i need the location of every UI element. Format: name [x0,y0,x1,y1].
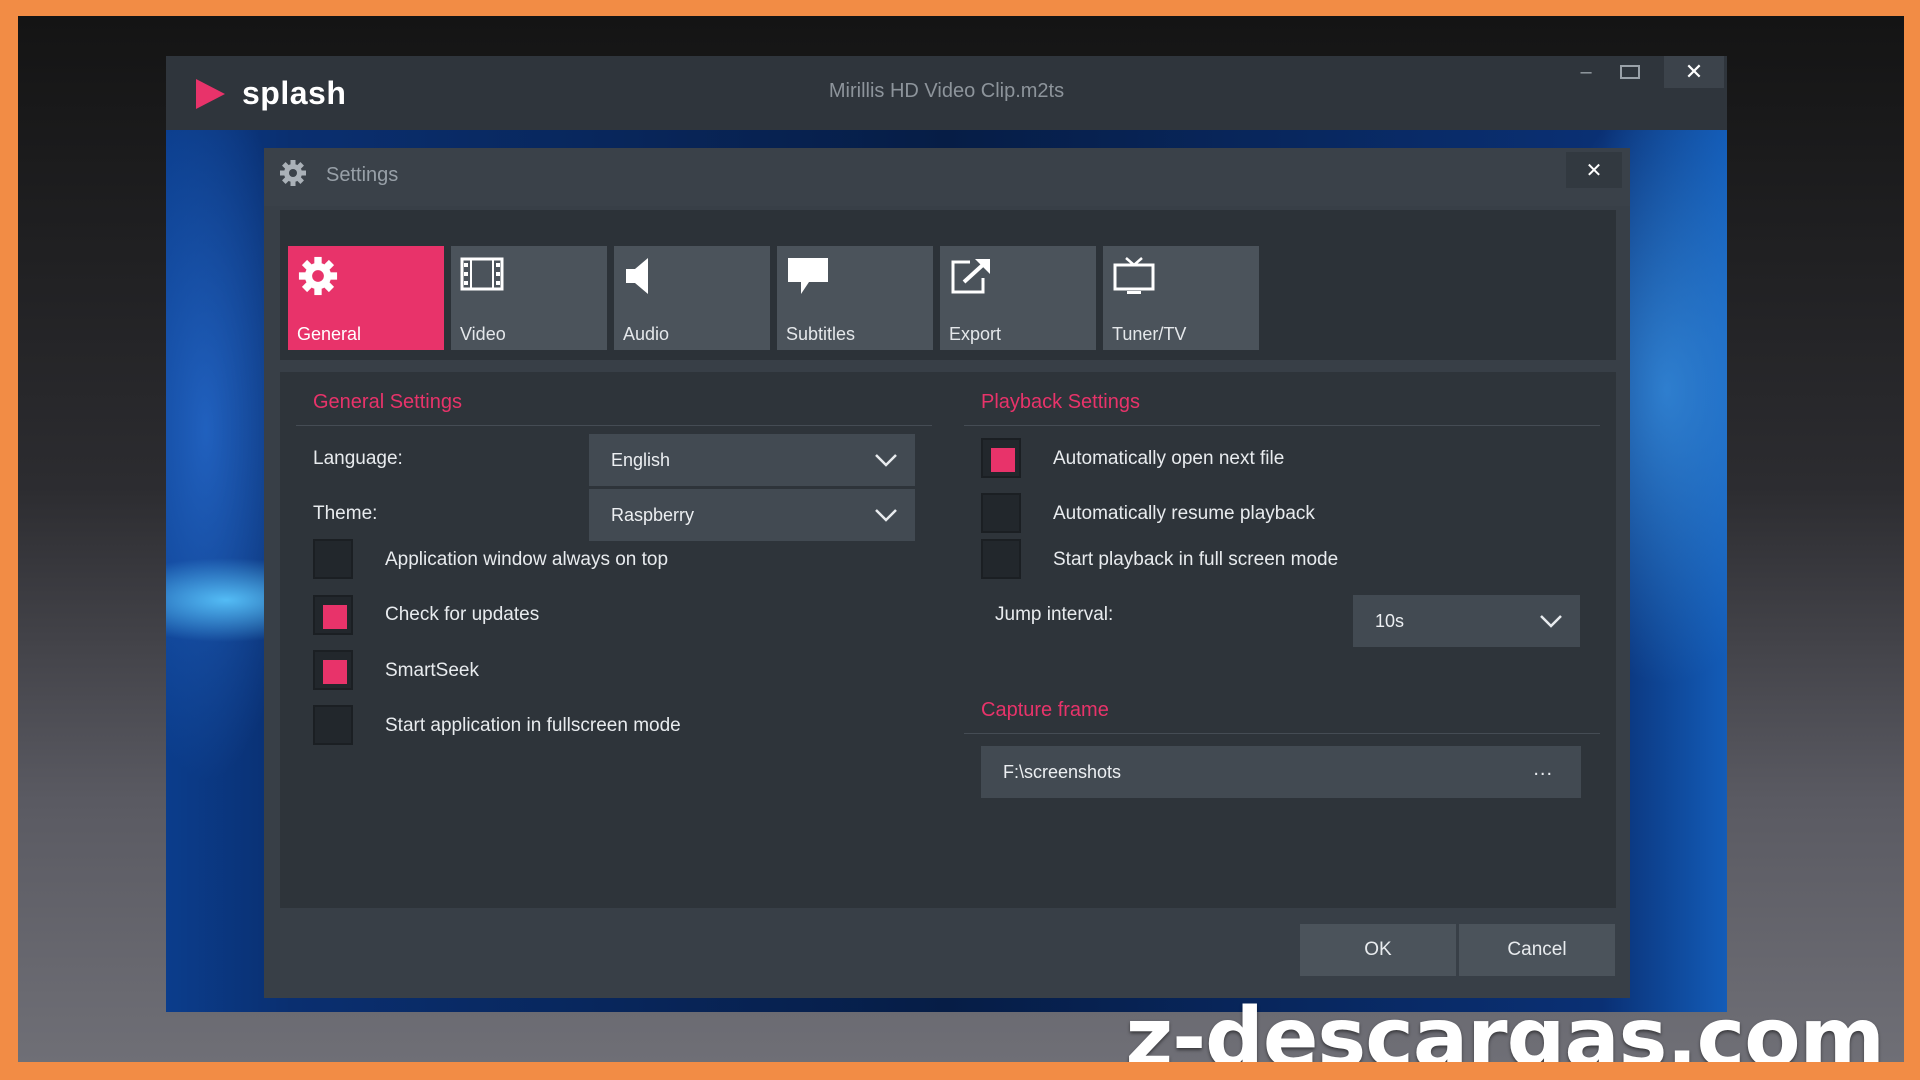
chevron-down-icon [875,454,897,467]
tab-label: Subtitles [786,324,856,344]
language-value: English [611,449,671,470]
tab-subtitles[interactable]: Subtitles [777,246,933,350]
fullscreen-playback-label: Start playback in full screen mode [1053,549,1339,570]
language-label: Language: [313,448,403,469]
auto-resume-label: Automatically resume playback [1053,503,1315,524]
close-dialog-button[interactable]: ✕ [1566,152,1622,188]
dialog-title: Settings [326,164,399,186]
screenshot-frame: splash Mirillis HD Video Clip.m2ts – ✕ S… [18,16,1904,1062]
fullscreen-playback-checkbox[interactable] [981,539,1021,579]
title-bar: splash Mirillis HD Video Clip.m2ts – ✕ [166,56,1727,130]
capture-path-field[interactable]: F:\screenshots ... [981,746,1581,798]
chevron-down-icon [1540,615,1562,628]
cancel-button[interactable]: Cancel [1459,924,1615,976]
tab-label: Audio [623,324,670,344]
settings-tab-bar: General Video Audio Subtitles Export Tun… [280,210,1616,360]
tab-label: Export [949,324,1002,344]
capture-frame-title: Capture frame [981,699,1109,721]
speaker-icon [626,258,648,294]
auto-open-next-label: Automatically open next file [1053,448,1285,469]
tab-tuner-tv[interactable]: Tuner/TV [1103,246,1259,350]
fullscreen-start-checkbox[interactable] [313,705,353,745]
auto-resume-checkbox[interactable] [981,493,1021,533]
app-window: splash Mirillis HD Video Clip.m2ts – ✕ S… [166,56,1727,1012]
close-window-button[interactable]: ✕ [1664,56,1724,88]
chevron-down-icon [875,509,897,522]
divider [296,425,932,426]
playback-settings-title: Playback Settings [981,391,1140,413]
settings-content: General Settings Language: English Theme… [280,372,1616,908]
auto-open-next-checkbox[interactable] [981,438,1021,478]
general-settings-title: General Settings [313,391,462,413]
check-updates-checkbox[interactable] [313,595,353,635]
jump-interval-label: Jump interval: [995,604,1114,625]
tab-audio[interactable]: Audio [614,246,770,350]
jump-interval-dropdown[interactable]: 10s [1353,595,1580,647]
theme-label: Theme: [313,503,378,524]
maximize-button[interactable] [1610,56,1650,88]
window-title: Mirillis HD Video Clip.m2ts [828,80,1065,102]
theme-value: Raspberry [611,504,695,525]
divider [964,425,1600,426]
tab-label: General [297,324,362,344]
smartseek-label: SmartSeek [385,660,479,681]
watermark-text: z-descargas.com [1125,991,1885,1062]
language-dropdown[interactable]: English [589,434,915,486]
speech-bubble-icon [788,258,828,294]
check-updates-label: Check for updates [385,604,540,625]
settings-dialog: Settings ✕ General Video Audio Subtitles… [264,148,1630,998]
capture-path-value: F:\screenshots [1003,761,1122,782]
jump-interval-value: 10s [1375,610,1405,631]
smartseek-checkbox[interactable] [313,650,353,690]
tv-icon [1113,257,1155,294]
theme-dropdown[interactable]: Raspberry [589,489,915,541]
tab-export[interactable]: Export [940,246,1096,350]
tab-label: Video [460,324,506,344]
tab-video[interactable]: Video [451,246,607,350]
maximize-icon [1620,65,1640,79]
always-on-top-checkbox[interactable] [313,539,353,579]
film-icon [460,257,504,291]
always-on-top-label: Application window always on top [385,549,669,570]
gear-icon [280,160,306,186]
gear-icon [298,256,338,296]
tab-label: Tuner/TV [1112,324,1187,344]
tab-general[interactable]: General [288,246,444,350]
export-icon [951,259,990,294]
ok-button[interactable]: OK [1300,924,1456,976]
dialog-header: Settings ✕ [264,148,1630,206]
browse-button[interactable]: ... [1533,758,1553,781]
minimize-button[interactable]: – [1566,56,1606,88]
fullscreen-start-label: Start application in fullscreen mode [385,715,681,736]
divider [964,733,1600,734]
